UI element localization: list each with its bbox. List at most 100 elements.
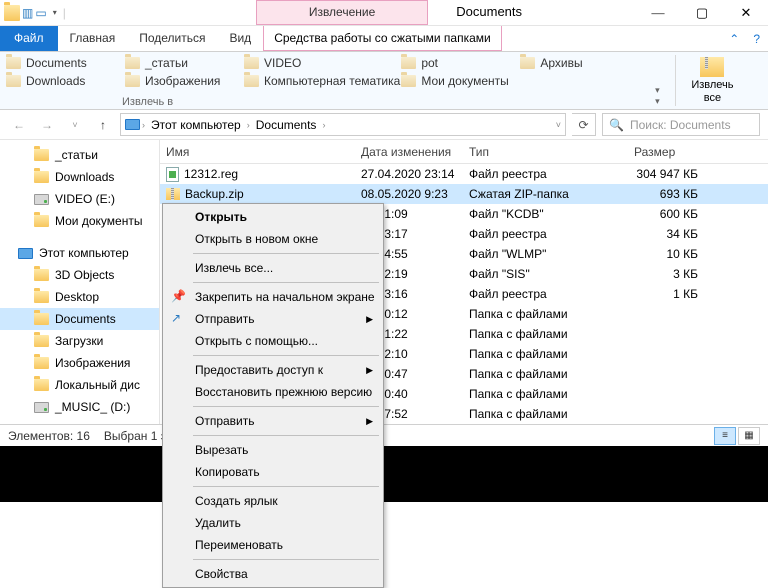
context-menu-item[interactable]: Предоставить доступ к▶	[165, 359, 381, 381]
tab-home[interactable]: Главная	[58, 26, 128, 51]
search-icon: 🔍	[609, 118, 624, 132]
submenu-arrow-icon: ▶	[366, 314, 373, 325]
folder-icon	[34, 149, 49, 161]
context-menu[interactable]: ОткрытьОткрыть в новом окне Извлечь все..…	[162, 203, 384, 588]
maximize-button[interactable]: ▢	[680, 0, 724, 25]
status-bar: Элементов: 16 Выбран 1 элем ≡ ▦	[0, 424, 768, 446]
col-type[interactable]: Тип	[463, 145, 628, 159]
ribbon-pinned-folder[interactable]: Компьютерная тематика	[244, 72, 400, 89]
view-details-button[interactable]: ≡	[714, 427, 736, 445]
ribbon-pinned-folder[interactable]: VIDEO	[244, 54, 400, 71]
context-menu-item[interactable]: Открыть с помощью...	[165, 330, 381, 352]
nav-item[interactable]: Downloads	[0, 166, 159, 188]
nav-item[interactable]: Desktop	[0, 286, 159, 308]
share-icon: ↗	[171, 311, 187, 327]
folder-icon	[34, 269, 49, 281]
reg-file-icon	[166, 167, 179, 182]
status-count: Элементов: 16	[8, 429, 90, 443]
nav-item[interactable]: Изображения	[0, 352, 159, 374]
back-button[interactable]: ←	[8, 114, 30, 136]
view-large-button[interactable]: ▦	[738, 427, 760, 445]
folder-icon	[34, 171, 49, 183]
drive-icon	[34, 194, 49, 205]
folder-icon	[34, 215, 49, 227]
ribbon-pinned-folder[interactable]: Мои документы	[401, 72, 519, 89]
ribbon-pinned-folder[interactable]: Documents	[6, 54, 124, 71]
folder-icon	[244, 75, 259, 87]
submenu-arrow-icon: ▶	[366, 416, 373, 427]
address-bar[interactable]: › Этот компьютер › Documents › ˅	[120, 113, 566, 136]
nav-item[interactable]: Локальный дис	[0, 374, 159, 396]
col-date[interactable]: Дата изменения	[355, 145, 463, 159]
col-name[interactable]: Имя	[160, 145, 355, 159]
context-menu-item[interactable]: Свойства	[165, 563, 381, 585]
nav-item[interactable]: Мои документы	[0, 210, 159, 232]
refresh-button[interactable]: ⟳	[572, 113, 596, 136]
ribbon-pinned-folder[interactable]: pot	[401, 54, 519, 71]
ribbon-pinned-folder[interactable]: _статьи	[125, 54, 243, 71]
context-menu-item[interactable]: ↗Отправить▶	[165, 308, 381, 330]
ribbon-pinned-folder[interactable]: Изображения	[125, 72, 243, 89]
close-button[interactable]: ✕	[724, 0, 768, 25]
context-menu-item[interactable]: Восстановить прежнюю версию	[165, 381, 381, 403]
ribbon-pinned-folder[interactable]: Downloads	[6, 72, 124, 89]
navigation-pane[interactable]: _статьиDownloadsVIDEO (E:)Мои документы Э…	[0, 140, 160, 472]
column-headers[interactable]: Имя Дата изменения Тип Размер	[160, 140, 768, 164]
qat-props-icon[interactable]: ▭	[35, 6, 46, 20]
context-menu-item[interactable]: Открыть в новом окне	[165, 228, 381, 250]
nav-item[interactable]: Documents	[0, 308, 159, 330]
extract-all-button[interactable]: Извлечь все	[681, 52, 743, 109]
context-menu-item[interactable]: 📌Закрепить на начальном экране	[165, 286, 381, 308]
tab-share[interactable]: Поделиться	[127, 26, 217, 51]
title-bar: ▥ ▭ ▾ | Извлечение Documents — ▢ ✕	[0, 0, 768, 26]
nav-item[interactable]: VIDEO (E:)	[0, 188, 159, 210]
context-menu-item[interactable]: Открыть	[165, 206, 381, 228]
file-row[interactable]: 12312.reg27.04.2020 23:14Файл реестра304…	[160, 164, 768, 184]
context-menu-item[interactable]: Извлечь все...	[165, 257, 381, 279]
qat-save-icon[interactable]: ▥	[22, 6, 33, 20]
file-tab[interactable]: Файл	[0, 26, 58, 51]
folder-icon	[125, 75, 140, 87]
folder-icon	[520, 57, 535, 69]
qat-dropdown[interactable]: ▾	[49, 8, 61, 17]
context-menu-item[interactable]: Удалить	[165, 512, 381, 534]
forward-button[interactable]: →	[36, 114, 58, 136]
ribbon-group-label: Извлечь в	[122, 96, 173, 108]
nav-item[interactable]: _MUSIC_ (D:)	[0, 396, 159, 418]
up-button[interactable]: ↑	[92, 114, 114, 136]
folder-icon	[34, 313, 49, 325]
address-history-icon[interactable]: ˅	[556, 120, 561, 130]
search-box[interactable]: 🔍 Поиск: Documents	[602, 113, 760, 136]
nav-item[interactable]: 3D Objects	[0, 264, 159, 286]
recent-dropdown[interactable]: ˅	[64, 114, 86, 136]
search-placeholder: Поиск: Documents	[630, 118, 731, 132]
ribbon-more-icon[interactable]: ▾▾	[644, 52, 670, 109]
submenu-arrow-icon: ▶	[366, 365, 373, 376]
folder-icon	[6, 75, 21, 87]
col-size[interactable]: Размер	[628, 145, 708, 159]
folder-icon	[34, 291, 49, 303]
file-row[interactable]: Backup.zip08.05.2020 9:23Сжатая ZIP-папк…	[160, 184, 768, 204]
folder-icon	[125, 57, 140, 69]
context-menu-item[interactable]: Отправить▶	[165, 410, 381, 432]
contextual-tab-header[interactable]: Извлечение	[256, 0, 428, 25]
folder-icon	[34, 335, 49, 347]
nav-item[interactable]: Этот компьютер	[0, 242, 159, 264]
address-bar-row: ← → ˅ ↑ › Этот компьютер › Documents › ˅…	[0, 110, 768, 140]
tab-view[interactable]: Вид	[217, 26, 263, 51]
context-menu-item[interactable]: Создать ярлык	[165, 490, 381, 512]
help-icon[interactable]: ?	[753, 32, 760, 46]
context-menu-item[interactable]: Копировать	[165, 461, 381, 483]
context-menu-item[interactable]: Переименовать	[165, 534, 381, 556]
minimize-button[interactable]: —	[636, 0, 680, 25]
ribbon-collapse-icon[interactable]: ⌃	[729, 32, 739, 46]
ribbon-pinned-folder[interactable]: Архивы	[520, 54, 638, 71]
context-menu-item[interactable]: Вырезать	[165, 439, 381, 461]
extract-icon	[700, 57, 724, 77]
tab-compressed-tools[interactable]: Средства работы со сжатыми папками	[263, 26, 502, 51]
breadcrumb-segment[interactable]: Этот компьютер	[147, 118, 245, 132]
nav-item[interactable]: _статьи	[0, 144, 159, 166]
breadcrumb-segment[interactable]: Documents	[252, 118, 321, 132]
nav-item[interactable]: Загрузки	[0, 330, 159, 352]
folder-icon	[6, 57, 21, 69]
